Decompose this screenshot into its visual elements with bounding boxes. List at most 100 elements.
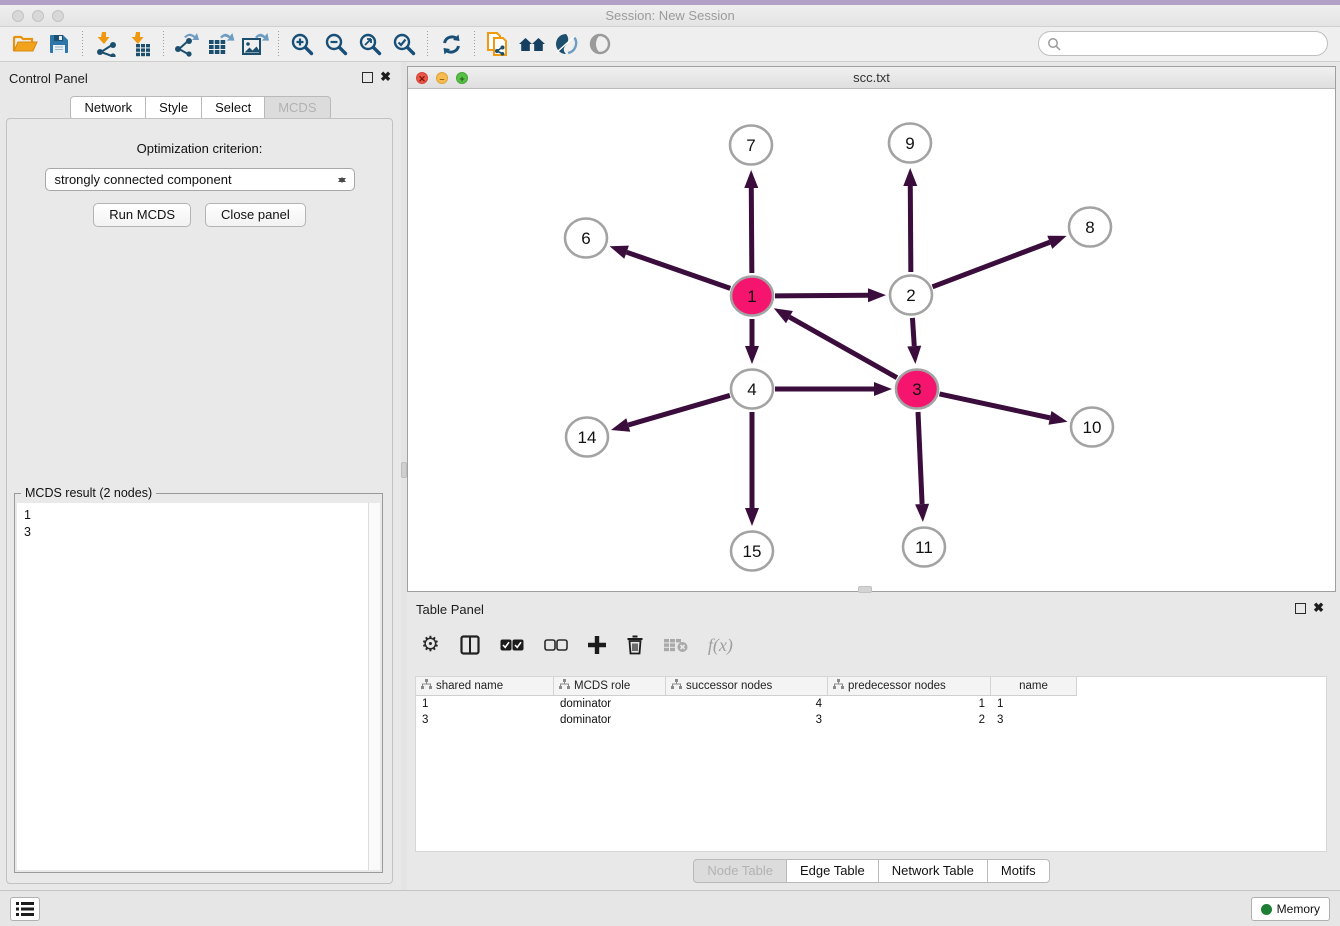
graph-node-11[interactable]: 11 [903, 528, 945, 567]
close-panel-icon[interactable]: ✖ [380, 69, 391, 85]
mcds-result-text: 1 3 [17, 503, 380, 541]
toolbar-separator [82, 31, 83, 57]
export-network-icon[interactable] [170, 29, 204, 59]
function-builder-icon[interactable]: f(x) [708, 631, 733, 659]
open-folder-icon[interactable] [8, 29, 42, 59]
graph-edge-3-1[interactable] [789, 317, 897, 378]
table-cell: 2 [828, 714, 991, 726]
tab-mcds[interactable]: MCDS [265, 96, 330, 120]
tab-motifs[interactable]: Motifs [988, 859, 1050, 883]
close-panel-icon[interactable]: ✖ [1313, 600, 1324, 616]
graph-edge-4-14[interactable] [628, 395, 730, 425]
network-view-window: ✕ – + scc.txt 7 9 6 8 1 2 4 3 14 10 15 11 [407, 66, 1336, 592]
export-table-icon[interactable] [204, 29, 238, 59]
search-field[interactable] [1038, 31, 1328, 56]
table-row[interactable]: 3dominator323 [416, 712, 1326, 728]
svg-text:11: 11 [915, 538, 933, 557]
refresh-layout-icon[interactable] [434, 29, 468, 59]
tab-style[interactable]: Style [146, 96, 202, 120]
memory-button[interactable]: Memory [1251, 897, 1330, 921]
mcds-result-area[interactable]: 1 3 [17, 503, 380, 870]
graph-node-1[interactable]: 1 [731, 277, 773, 316]
hide-panel-icon[interactable] [583, 29, 617, 59]
select-stepper-icon [336, 171, 348, 189]
graph-edge-3-10[interactable] [939, 394, 1050, 418]
float-panel-icon[interactable] [362, 72, 373, 83]
graph-node-3[interactable]: 3 [896, 370, 938, 409]
graph-edge-1-2[interactable] [775, 295, 868, 296]
add-icon[interactable] [588, 631, 606, 659]
search-input[interactable] [1061, 34, 1327, 54]
select-all-checkboxes-icon[interactable] [500, 631, 524, 659]
graph-edge-3-11[interactable] [918, 412, 922, 504]
run-mcds-button[interactable]: Run MCDS [93, 203, 191, 227]
gear-icon[interactable]: ⚙ [421, 631, 440, 659]
table-cell: 1 [416, 698, 554, 710]
column-header-successor-nodes[interactable]: successor nodes [666, 677, 828, 695]
column-label: successor nodes [686, 680, 772, 692]
graph-node-6[interactable]: 6 [565, 219, 607, 258]
zoom-selected-icon[interactable] [387, 29, 421, 59]
svg-text:6: 6 [581, 229, 590, 248]
tab-node-table[interactable]: Node Table [693, 859, 787, 883]
tab-edge-table[interactable]: Edge Table [787, 859, 879, 883]
column-header-shared-name[interactable]: shared name [416, 677, 554, 695]
node-table[interactable]: shared nameMCDS role successor nodes prede… [415, 676, 1327, 852]
export-image-icon[interactable] [238, 29, 272, 59]
status-bar: Memory [0, 890, 1340, 926]
graph-edge-2-3[interactable] [912, 318, 914, 346]
zoom-in-icon[interactable] [285, 29, 319, 59]
tree-sort-icon [833, 679, 844, 693]
window-resize-grip[interactable] [858, 586, 872, 593]
table-row[interactable]: 1dominator411 [416, 696, 1326, 712]
clear-checkboxes-icon[interactable] [544, 631, 568, 659]
graph-edge-1-7[interactable] [751, 188, 752, 273]
graph-edge-2-9[interactable] [910, 186, 911, 272]
table-header-row[interactable]: shared nameMCDS role successor nodes prede… [416, 677, 1077, 696]
zoom-fit-icon[interactable] [353, 29, 387, 59]
toolbar-separator [163, 31, 164, 57]
save-icon[interactable] [42, 29, 76, 59]
delete-table-icon[interactable] [664, 631, 688, 659]
memory-label: Memory [1277, 902, 1320, 916]
zoom-out-icon[interactable] [319, 29, 353, 59]
tab-network-table[interactable]: Network Table [879, 859, 988, 883]
network-overview-icon[interactable] [515, 29, 549, 59]
network-window-titlebar[interactable]: ✕ – + scc.txt [408, 67, 1335, 89]
graph-node-10[interactable]: 10 [1071, 408, 1113, 447]
tree-sort-icon [559, 679, 570, 693]
graph-node-7[interactable]: 7 [730, 126, 772, 165]
svg-text:15: 15 [743, 542, 762, 561]
import-table-icon[interactable] [123, 29, 157, 59]
main-toolbar [0, 27, 1340, 62]
task-history-button[interactable] [10, 897, 40, 921]
style-brush-icon[interactable] [549, 29, 583, 59]
graph-node-9[interactable]: 9 [889, 124, 931, 163]
svg-text:1: 1 [747, 287, 756, 306]
optimization-criterion-select[interactable]: strongly connected component [45, 168, 355, 191]
graph-edge-2-8[interactable] [933, 242, 1050, 287]
graph-node-8[interactable]: 8 [1069, 208, 1111, 247]
graph-node-4[interactable]: 4 [731, 370, 773, 409]
svg-text:3: 3 [912, 380, 921, 399]
tab-select[interactable]: Select [202, 96, 265, 120]
graph-node-15[interactable]: 15 [731, 532, 773, 571]
graph-node-2[interactable]: 2 [890, 276, 932, 315]
graph-edge-1-6[interactable] [627, 252, 731, 288]
column-header-name[interactable]: name [991, 677, 1077, 695]
column-header-predecessor-nodes[interactable]: predecessor nodes [828, 677, 991, 695]
table-cell: 3 [991, 714, 1077, 726]
network-canvas[interactable]: 7 9 6 8 1 2 4 3 14 10 15 11 [408, 89, 1335, 591]
clone-network-icon[interactable] [481, 29, 515, 59]
column-header-MCDS-role[interactable]: MCDS role [554, 677, 666, 695]
table-cell: 3 [666, 714, 828, 726]
graph-node-14[interactable]: 14 [566, 418, 608, 457]
split-columns-icon[interactable] [460, 631, 480, 659]
close-panel-button[interactable]: Close panel [205, 203, 306, 227]
float-panel-icon[interactable] [1295, 603, 1306, 614]
result-scrollbar[interactable] [368, 503, 380, 870]
delete-icon[interactable] [626, 631, 644, 659]
tab-network[interactable]: Network [70, 96, 146, 120]
import-network-icon[interactable] [89, 29, 123, 59]
table-cell: 1 [828, 698, 991, 710]
